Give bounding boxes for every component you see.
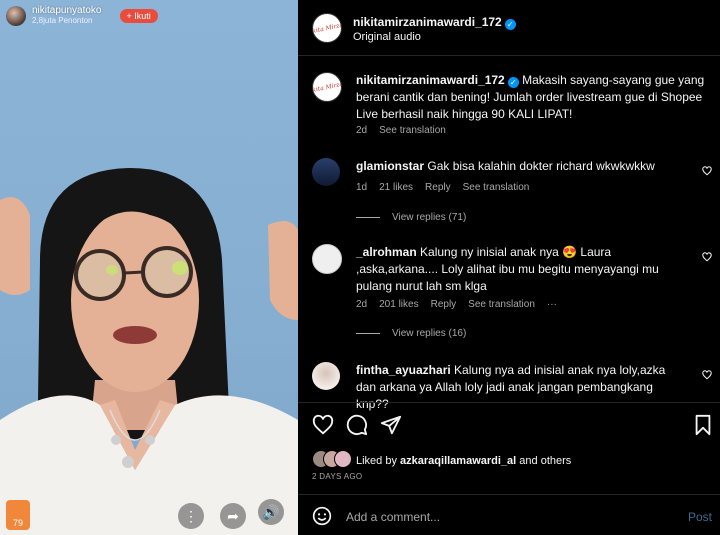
comment-username[interactable]: glamionstar: [356, 159, 424, 173]
divider: [298, 494, 720, 495]
commenter-avatar[interactable]: [312, 158, 340, 186]
divider: [298, 402, 720, 403]
viewer-count: 2,8juta Penonton: [32, 16, 93, 25]
comment-username[interactable]: _alrohman: [356, 245, 417, 259]
shop-badge: 79: [12, 518, 23, 528]
see-translation-link[interactable]: See translation: [468, 299, 535, 310]
account-avatar[interactable]: Nikita Mirzani: [312, 13, 342, 43]
comment-text: Gak bisa kalahin dokter richard wkwkwkkw: [427, 159, 655, 173]
share-paper-plane-icon[interactable]: [380, 414, 402, 436]
like-comment-heart-icon[interactable]: [702, 166, 712, 176]
like-comment-heart-icon[interactable]: [702, 370, 712, 380]
live-video[interactable]: nikitapunyatoko 2,8juta Penonton + Ikuti…: [0, 0, 298, 535]
comment-likes[interactable]: 201 likes: [379, 299, 418, 310]
streamer-username[interactable]: nikitapunyatoko: [32, 5, 102, 16]
like-comment-heart-icon[interactable]: [702, 252, 712, 262]
streamer-image: [0, 168, 298, 535]
see-translation-link[interactable]: See translation: [463, 182, 530, 193]
caption-meta: 2d See translation: [356, 125, 446, 136]
streamer-avatar[interactable]: [6, 5, 26, 26]
post-comment-button[interactable]: Post: [688, 510, 712, 524]
post-header: Nikita Mirzani nikitamirzanimawardi_172 ✓…: [298, 0, 720, 56]
liked-by-avatars[interactable]: [312, 450, 352, 468]
view-replies-label: View replies (16): [392, 328, 467, 339]
comment-meta: 2d 201 likes Reply See translation ···: [356, 299, 557, 310]
comment-time: 2d: [356, 299, 368, 310]
verified-icon: ✓: [507, 77, 519, 88]
liked-by-others[interactable]: and others: [519, 455, 571, 467]
reply-button[interactable]: Reply: [431, 299, 457, 310]
comment-1: glamionstar Gak bisa kalahin dokter rich…: [356, 158, 686, 175]
view-replies-label: View replies (71): [392, 212, 467, 223]
shop-bag-icon[interactable]: 79: [6, 500, 30, 530]
see-translation-link[interactable]: See translation: [379, 125, 446, 136]
account-username[interactable]: nikitamirzanimawardi_172: [353, 15, 502, 29]
caption-username[interactable]: nikitamirzanimawardi_172: [356, 73, 505, 87]
caption-time: 2d: [356, 125, 368, 136]
comment-2: _alrohman Kalung ny inisial anak nya 😍 L…: [356, 244, 686, 295]
view-replies-button[interactable]: View replies (71): [356, 212, 466, 223]
add-comment-input[interactable]: Add a comment...: [346, 510, 440, 524]
live-header: nikitapunyatoko 2,8juta Penonton + Ikuti: [6, 5, 158, 26]
save-bookmark-icon[interactable]: [692, 414, 714, 436]
liked-by-text: Liked by azkaraqillamawardi_al and other…: [356, 455, 571, 467]
emoji-icon[interactable]: [312, 506, 332, 526]
audio-label[interactable]: Original audio: [353, 31, 421, 43]
share-icon[interactable]: ➦: [220, 503, 246, 529]
more-icon[interactable]: ⋮: [178, 503, 204, 529]
commenter-avatar[interactable]: [312, 244, 342, 274]
comment-username[interactable]: fintha_ayuazhari: [356, 363, 451, 377]
like-heart-icon[interactable]: [312, 414, 334, 436]
verified-icon: ✓: [504, 19, 516, 30]
follow-button[interactable]: + Ikuti: [119, 8, 158, 23]
reply-button[interactable]: Reply: [425, 182, 451, 193]
comment-likes[interactable]: 21 likes: [379, 182, 413, 193]
post-date: 2 DAYS AGO: [312, 472, 363, 481]
liked-by-prefix: Liked by: [356, 455, 397, 467]
comment-icon[interactable]: [346, 414, 368, 436]
caption: nikitamirzanimawardi_172 ✓ Makasih sayang…: [356, 72, 706, 123]
liked-by-user[interactable]: azkaraqillamawardi_al: [400, 455, 516, 467]
commenter-avatar[interactable]: [312, 362, 340, 390]
view-replies-button[interactable]: View replies (16): [356, 328, 466, 339]
volume-icon[interactable]: 🔊: [258, 499, 284, 525]
comment-meta: 1d 21 likes Reply See translation: [356, 182, 529, 193]
comment-3: fintha_ayuazhari Kalung nya ad inisial a…: [356, 362, 686, 413]
more-options-icon[interactable]: ···: [547, 299, 557, 310]
caption-avatar[interactable]: Nikita Mirzani: [312, 72, 342, 102]
comment-time: 1d: [356, 182, 368, 193]
post-panel: Nikita Mirzani nikitamirzanimawardi_172 ✓…: [298, 0, 720, 535]
